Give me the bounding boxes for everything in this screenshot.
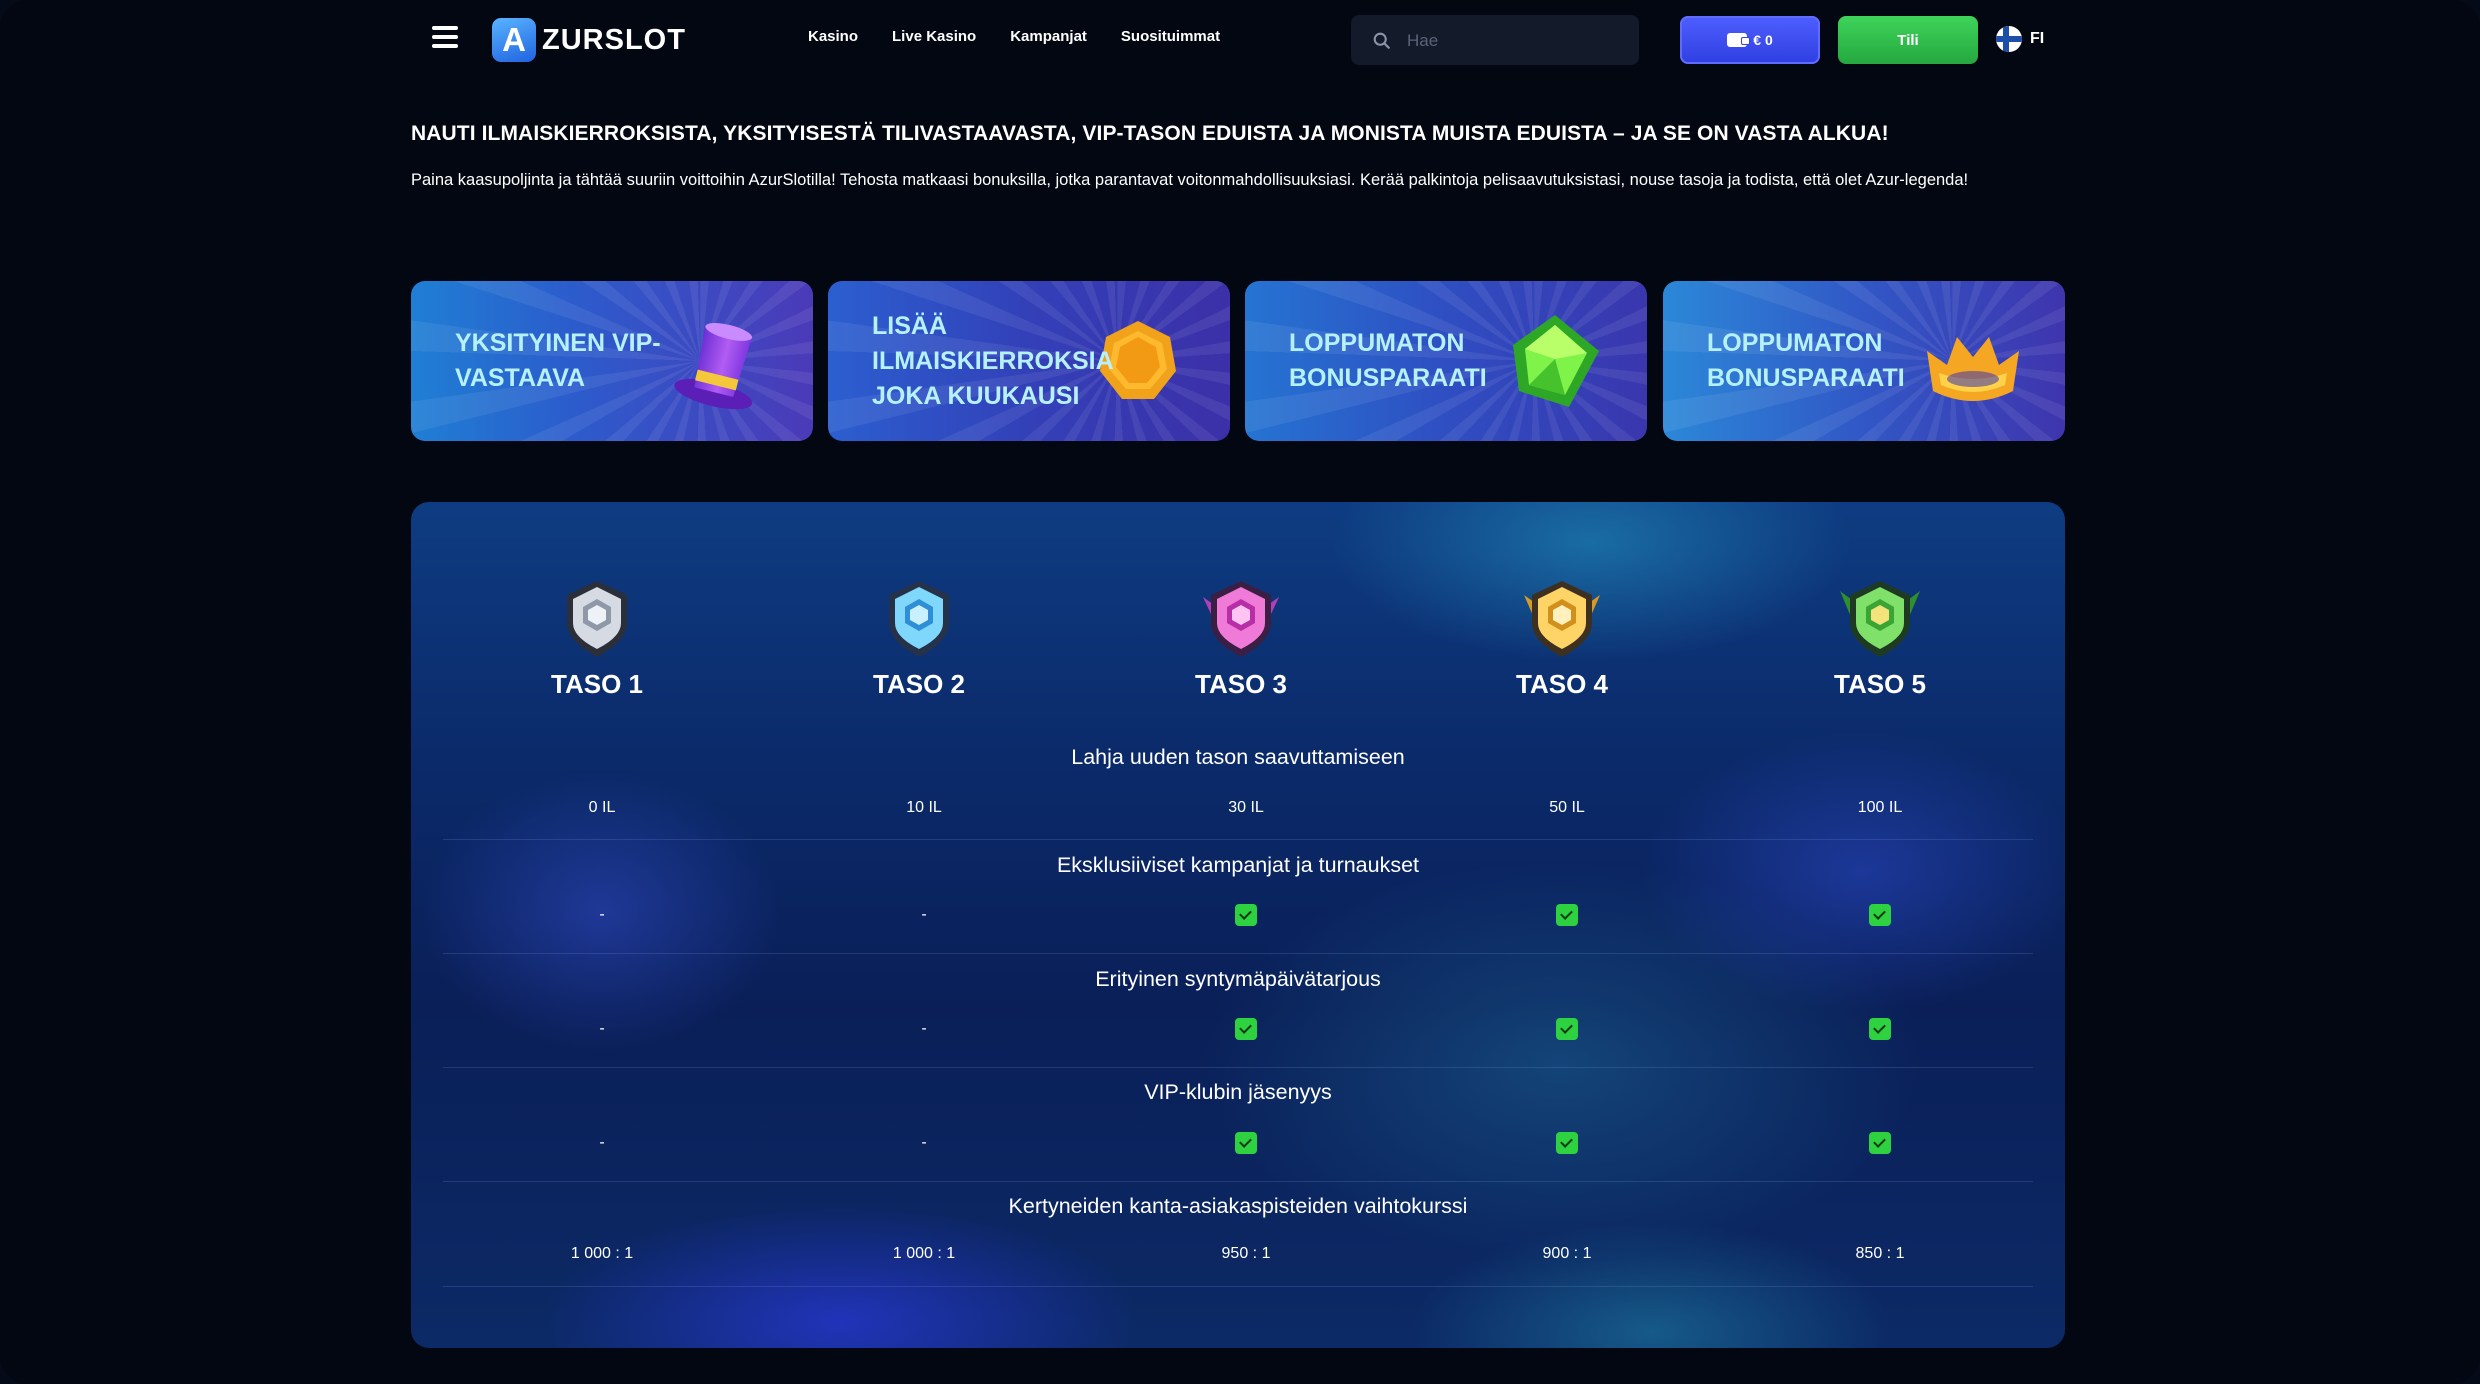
wallet-balance: € 0 — [1753, 32, 1773, 48]
benefit-row-values: - - — [411, 900, 2065, 930]
site-logo[interactable]: A ZURSLOT — [492, 17, 686, 63]
benefit-value: 950 : 1 — [1221, 1245, 1271, 1262]
nav-item-kasino[interactable]: Kasino — [808, 28, 858, 45]
check-icon — [1869, 903, 1891, 926]
silver-shield-badge-icon — [567, 581, 627, 657]
benefit-value: 0 IL — [588, 799, 616, 816]
check-icon — [1556, 903, 1578, 926]
benefit-row-title: VIP-klubin jäsenyys — [1144, 1080, 1332, 1104]
row-divider — [443, 1286, 2033, 1287]
benefit-check — [1780, 1128, 1980, 1158]
benefit-card-vip-manager[interactable]: YKSITYINEN VIP-VASTAAVA — [411, 281, 813, 441]
benefit-value: - — [599, 906, 605, 923]
blue-shield-badge-icon — [889, 581, 949, 657]
benefit-value: 850 : 1 — [1855, 1245, 1905, 1262]
benefit-row-values: 1 000 : 1 1 000 : 1 950 : 1 900 : 1 850 … — [411, 1239, 2065, 1269]
page-headline: NAUTI ILMAISKIERROKSISTA, YKSITYISESTÄ T… — [411, 122, 1889, 145]
benefit-value: 100 IL — [1857, 799, 1903, 816]
benefit-check — [1146, 1014, 1346, 1044]
gold-shield-badge-icon — [1524, 581, 1600, 657]
top-header: A ZURSLOT Kasino Live Kasino Kampanjat S… — [0, 0, 2480, 80]
benefit-value: - — [599, 1020, 605, 1037]
logo-badge: A — [492, 18, 536, 62]
vip-levels-panel: TASO 1 TASO 2 TASO 3 TASO 4 TASO 5 Lahja… — [411, 502, 2065, 1348]
benefit-card-title: LOPPUMATON BONUSPARAATI — [1707, 329, 1905, 392]
benefit-value: 30 IL — [1228, 799, 1264, 816]
page-frame: A ZURSLOT Kasino Live Kasino Kampanjat S… — [0, 0, 2480, 1384]
tier-name: TASO 4 — [1516, 669, 1608, 699]
benefit-check — [1780, 1014, 1980, 1044]
benefit-row-values: - - — [411, 1014, 2065, 1044]
check-icon — [1556, 1131, 1578, 1154]
row-divider — [443, 1067, 2033, 1068]
tier-1: TASO 1 — [497, 577, 697, 700]
wallet-button[interactable]: € 0 — [1680, 16, 1820, 64]
benefit-card-free-spins[interactable]: LISÄÄ ILMAISKIERROKSIA JOKA KUUKAUSI — [828, 281, 1230, 441]
green-shield-badge-icon — [1840, 581, 1920, 657]
benefit-value: - — [599, 1134, 605, 1151]
benefit-check — [1146, 1128, 1346, 1158]
check-icon — [1235, 903, 1257, 926]
tier-name: TASO 5 — [1834, 669, 1926, 699]
tier-name: TASO 3 — [1195, 669, 1287, 699]
benefit-card-bonus-parade-2[interactable]: LOPPUMATON BONUSPARAATI — [1663, 281, 2065, 441]
tier-5: TASO 5 — [1780, 577, 1980, 700]
pink-shield-badge-icon — [1203, 581, 1279, 657]
benefit-row-values: 0 IL 10 IL 30 IL 50 IL 100 IL — [411, 793, 2065, 823]
intro-text: Paina kaasupoljinta ja tähtää suuriin vo… — [411, 171, 1969, 189]
benefit-card-title: YKSITYINEN VIP-VASTAAVA — [455, 329, 661, 392]
benefit-card-title: LOPPUMATON BONUSPARAATI — [1289, 329, 1487, 392]
row-divider — [443, 953, 2033, 954]
search-icon — [1373, 32, 1390, 49]
benefit-card-title: LISÄÄ ILMAISKIERROKSIA JOKA KUUKAUSI — [872, 311, 1113, 410]
tier-name: TASO 2 — [873, 669, 965, 699]
row-divider — [443, 839, 2033, 840]
logo-text: ZURSLOT — [542, 23, 686, 56]
benefit-check — [1467, 900, 1667, 930]
check-icon — [1869, 1017, 1891, 1040]
language-selector[interactable]: FI — [1996, 26, 2044, 52]
check-icon — [1869, 1131, 1891, 1154]
account-button[interactable]: Tili — [1838, 16, 1978, 64]
tier-3: TASO 3 — [1141, 577, 1341, 700]
main-nav: Kasino Live Kasino Kampanjat Suosituimma… — [808, 28, 1220, 45]
benefit-row-values: - - — [411, 1128, 2065, 1158]
benefit-value: - — [921, 1020, 927, 1037]
tier-headers: TASO 1 TASO 2 TASO 3 TASO 4 TASO 5 — [411, 577, 2065, 717]
language-code: FI — [2030, 30, 2045, 47]
wallet-icon — [1727, 33, 1751, 47]
benefit-value: 10 IL — [906, 799, 942, 816]
benefit-row-title: Eksklusiiviset kampanjat ja turnaukset — [1056, 853, 1420, 877]
benefit-row-title: Kertyneiden kanta-asiakaspisteiden vaiht… — [1008, 1194, 1468, 1218]
benefit-cards: YKSITYINEN VIP-VASTAAVA LISÄÄ ILMAISKIER… — [411, 281, 2065, 441]
benefit-row-title: Erityinen syntymäpäivätarjous — [1095, 967, 1381, 991]
check-icon — [1556, 1017, 1578, 1040]
tier-2: TASO 2 — [819, 577, 1019, 700]
benefit-check — [1780, 900, 1980, 930]
benefit-check — [1467, 1014, 1667, 1044]
tier-name: TASO 1 — [551, 669, 643, 699]
search-input[interactable] — [1405, 15, 1629, 67]
finland-flag-icon — [1996, 26, 2022, 52]
benefit-check — [1467, 1128, 1667, 1158]
benefit-value: 1 000 : 1 — [570, 1245, 634, 1262]
benefit-value: 900 : 1 — [1542, 1245, 1592, 1262]
benefit-value: 50 IL — [1549, 799, 1585, 816]
benefit-value: 1 000 : 1 — [892, 1245, 956, 1262]
benefit-row-title: Lahja uuden tason saavuttamiseen — [1071, 745, 1405, 769]
check-icon — [1235, 1017, 1257, 1040]
nav-item-live-kasino[interactable]: Live Kasino — [892, 28, 976, 45]
check-icon — [1235, 1131, 1257, 1154]
benefit-value: - — [921, 906, 927, 923]
nav-item-kampanjat[interactable]: Kampanjat — [1010, 28, 1087, 45]
nav-item-suosituimmat[interactable]: Suosituimmat — [1121, 28, 1220, 45]
search-box — [1351, 15, 1639, 67]
benefit-value: - — [921, 1134, 927, 1151]
menu-icon[interactable] — [432, 26, 458, 48]
row-divider — [443, 1181, 2033, 1182]
benefit-card-bonus-parade[interactable]: LOPPUMATON BONUSPARAATI — [1245, 281, 1647, 441]
benefit-check — [1146, 900, 1346, 930]
tier-4: TASO 4 — [1462, 577, 1662, 700]
